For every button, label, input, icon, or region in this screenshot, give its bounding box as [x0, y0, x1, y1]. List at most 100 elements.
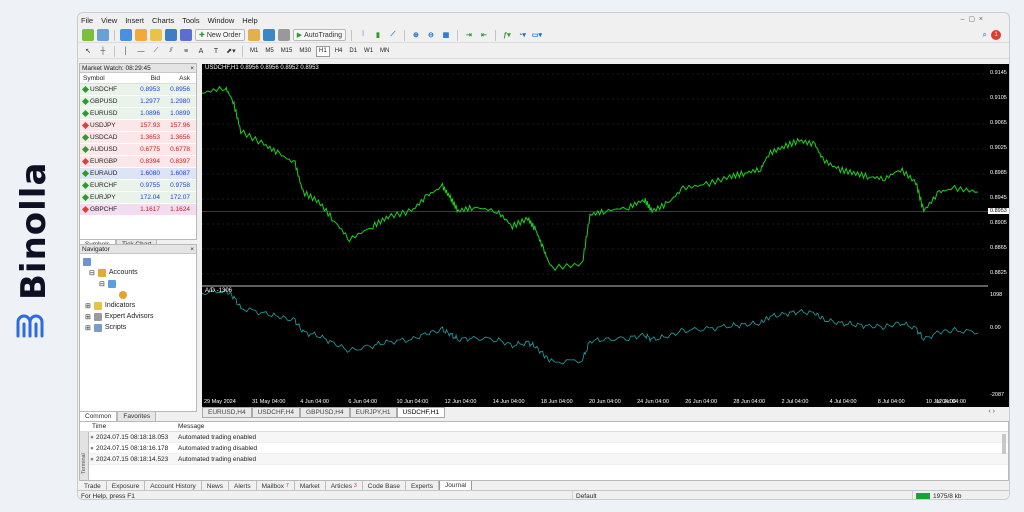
crosshair-icon[interactable]: ┼: [97, 45, 109, 57]
horizontal-line-icon[interactable]: —: [135, 45, 147, 57]
globe-icon[interactable]: [277, 29, 290, 41]
autoscroll-icon[interactable]: ⇤: [478, 29, 490, 41]
profiles-icon[interactable]: [97, 29, 109, 41]
chart-tab[interactable]: GBPUSD,H4: [300, 407, 350, 418]
channel-icon[interactable]: ⫽: [165, 45, 177, 57]
market-watch-row[interactable]: EURUSD 1.0896 1.0899: [80, 108, 196, 120]
menu-window[interactable]: Window: [208, 16, 235, 25]
menu-help[interactable]: Help: [242, 16, 257, 25]
close-icon[interactable]: ×: [190, 65, 196, 72]
symbol-cell: EURCHF: [80, 181, 132, 190]
strategy-tester-icon[interactable]: [180, 29, 192, 41]
status-help: For Help, press F1: [78, 491, 573, 499]
menu-view[interactable]: View: [101, 16, 117, 25]
chart-tabs-scroll[interactable]: ‹ ›: [988, 408, 995, 415]
log-message: Automated trading enabled: [178, 455, 257, 463]
timeframe-w1[interactable]: W1: [362, 46, 375, 57]
chart-window[interactable]: 29 May 2024 31 May 04:00 4 Jun 04:00 6 Jun …: [201, 64, 988, 407]
close-icon[interactable]: ×: [190, 246, 196, 253]
timeframe-mn[interactable]: MN: [378, 46, 391, 57]
market-watch-row[interactable]: USDJPY 157.93 157.96: [80, 120, 196, 132]
col-ask[interactable]: Ask: [160, 75, 190, 82]
market-watch-row[interactable]: EURJPY 172.04 172.07: [80, 192, 196, 204]
market-watch-row[interactable]: AUDUSD 0.6775 0.6778: [80, 144, 196, 156]
zoom-in-icon[interactable]: ⊕: [410, 29, 422, 41]
timeframe-h4[interactable]: H4: [333, 46, 345, 57]
bid-cell: 157.93: [140, 122, 160, 129]
symbol-cell: EURGBP: [80, 157, 132, 166]
chart-tab[interactable]: EURUSD,H4: [202, 407, 252, 418]
chart-shift-icon[interactable]: ⇥: [463, 29, 475, 41]
timeframe-d1[interactable]: D1: [347, 46, 359, 57]
text-icon[interactable]: A: [195, 45, 207, 57]
nav-scripts[interactable]: ⊞ Scripts: [83, 322, 193, 333]
market-watch-row[interactable]: EURCHF 0.9755 0.9758: [80, 180, 196, 192]
menu-tools[interactable]: Tools: [182, 16, 200, 25]
trendline-icon[interactable]: ⟋: [150, 45, 162, 57]
indicators-icon[interactable]: ƒ▾: [501, 29, 513, 41]
market-watch-icon[interactable]: [120, 29, 132, 41]
chart-tab[interactable]: EURJPY,H1: [349, 407, 397, 418]
zoom-out-icon[interactable]: ⊖: [425, 29, 437, 41]
tile-windows-icon[interactable]: ▦: [440, 29, 452, 41]
candlestick-icon[interactable]: ▮: [372, 29, 384, 41]
market-watch-row[interactable]: GBPUSD 1.2977 1.2980: [80, 96, 196, 108]
window-controls[interactable]: – ▢ ×: [961, 15, 983, 23]
market-watch-row[interactable]: GBPCHF 1.1617 1.1624: [80, 204, 196, 216]
chart-tab[interactable]: USDCHF,H1: [396, 407, 446, 418]
ask-cell: 157.96: [170, 122, 190, 129]
market-watch-row[interactable]: EURGBP 0.8394 0.8397: [80, 156, 196, 168]
data-window-icon[interactable]: [150, 29, 162, 41]
separator: [403, 29, 405, 41]
journal-row[interactable]: ● 2024.07.15 08:18:18.053 Automated tradin…: [80, 432, 1008, 443]
metaeditor-icon[interactable]: [247, 29, 260, 41]
col-symbol[interactable]: Symbol: [80, 75, 132, 82]
new-order-button[interactable]: ✚ New Order: [195, 29, 245, 41]
periods-icon[interactable]: ◔▾: [516, 29, 528, 41]
log-time: 2024.07.15 08:18:14.523: [96, 455, 169, 463]
search-icon[interactable]: ⌕: [983, 30, 987, 40]
journal-scrollbar[interactable]: [1002, 434, 1006, 454]
label-icon[interactable]: T: [210, 45, 222, 57]
timeframe-m30[interactable]: M30: [297, 46, 313, 57]
cursor-icon[interactable]: ↖: [82, 45, 94, 57]
arrows-icon[interactable]: ⬈▾: [225, 45, 237, 57]
price-chart[interactable]: 29 May 2024 31 May 04:00 4 Jun 04:00 6 Jun …: [201, 64, 988, 407]
timeframe-m5[interactable]: M5: [263, 46, 275, 57]
timeframe-m1[interactable]: M1: [248, 46, 260, 57]
nav-root[interactable]: [83, 256, 193, 267]
autotrading-button[interactable]: ▶ AutoTrading: [292, 29, 346, 41]
menu-charts[interactable]: Charts: [152, 16, 174, 25]
notification-icon[interactable]: 1: [991, 30, 1001, 40]
journal-row[interactable]: ● 2024.07.15 08:18:16.178 Automated tradin…: [80, 443, 1008, 454]
terminal-icon[interactable]: [165, 29, 177, 41]
bar-chart-icon[interactable]: ⫶: [357, 29, 369, 41]
market-watch-row[interactable]: USDCAD 1.3653 1.3656: [80, 132, 196, 144]
market-watch-row[interactable]: EURAUD 1.6080 1.6087: [80, 168, 196, 180]
nav-expert-advisors[interactable]: ⊞ Expert Advisors: [83, 311, 193, 322]
chart-tab[interactable]: USDCHF,H4: [251, 407, 301, 418]
menu-insert[interactable]: Insert: [125, 16, 144, 25]
new-chart-icon[interactable]: [82, 29, 94, 41]
menu-file[interactable]: File: [81, 16, 93, 25]
nav-indicators[interactable]: ⊞ Indicators: [83, 300, 193, 311]
market-watch-row[interactable]: USDCHF 0.8953 0.8956: [80, 84, 196, 96]
symbol-name: EURAUD: [90, 170, 118, 177]
signals-icon[interactable]: [262, 29, 275, 41]
col-message[interactable]: Message: [178, 423, 204, 430]
symbol-cell: USDCAD: [80, 133, 132, 142]
col-bid[interactable]: Bid: [132, 75, 160, 82]
status-traffic-text: 1975/8 kb: [933, 492, 962, 500]
line-chart-icon[interactable]: ⟋: [387, 29, 399, 41]
navigator-icon[interactable]: [135, 29, 147, 41]
vertical-line-icon[interactable]: │: [120, 45, 132, 57]
col-time[interactable]: Time: [92, 423, 178, 430]
templates-icon[interactable]: ▭▾: [531, 29, 543, 41]
nav-server[interactable]: ⊟: [83, 278, 193, 289]
journal-row[interactable]: ● 2024.07.15 08:18:14.523 Automated tradin…: [80, 454, 1008, 465]
fibonacci-icon[interactable]: ≡: [180, 45, 192, 57]
nav-account-user[interactable]: [83, 289, 193, 300]
nav-accounts[interactable]: ⊟ Accounts: [83, 267, 193, 278]
timeframe-h1[interactable]: H1: [316, 45, 330, 57]
timeframe-m15[interactable]: M15: [279, 46, 295, 57]
